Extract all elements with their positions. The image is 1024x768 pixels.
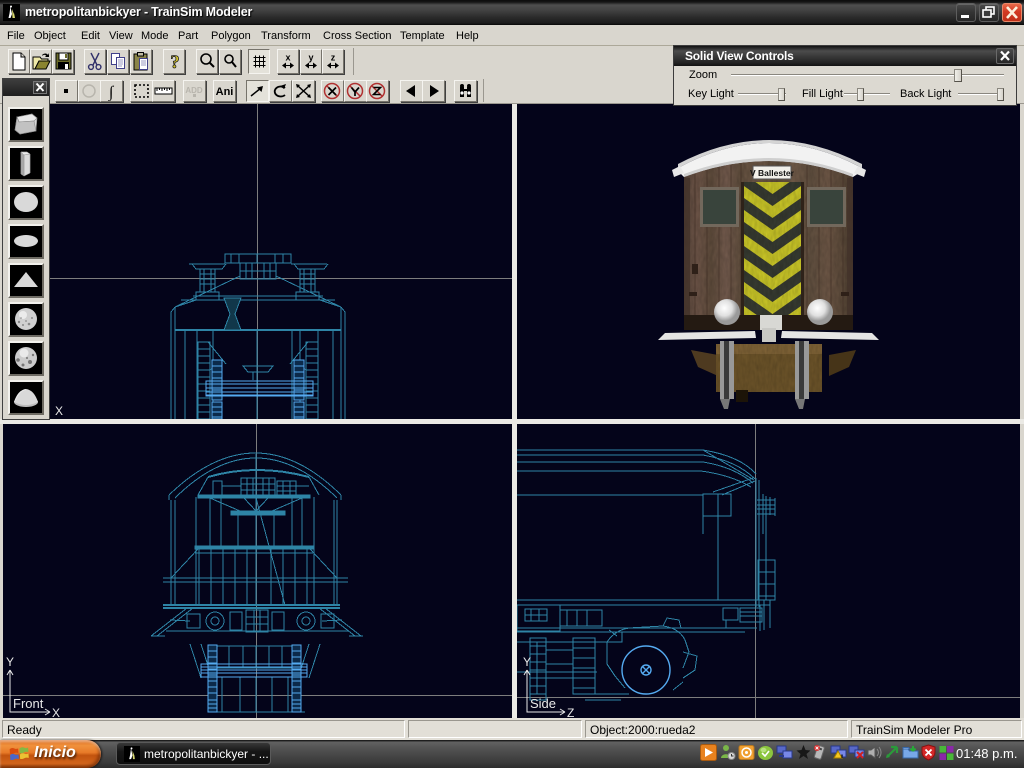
svg-text:y: y xyxy=(308,53,313,63)
svg-text:ADD: ADD xyxy=(185,86,203,95)
svg-text:Side: Side xyxy=(530,696,556,711)
svg-text:Ani: Ani xyxy=(216,86,234,98)
svg-text:V Ballester: V Ballester xyxy=(750,168,795,178)
svg-text:x: x xyxy=(285,53,290,63)
svg-text:Z: Z xyxy=(567,706,574,718)
svg-text:Y: Y xyxy=(523,655,531,669)
svg-text:X: X xyxy=(55,404,63,418)
svg-text:X: X xyxy=(52,706,60,718)
svg-text:Front: Front xyxy=(13,696,44,711)
svg-text:?: ? xyxy=(170,52,180,73)
svg-text:∫: ∫ xyxy=(108,84,115,101)
svg-text:Y: Y xyxy=(6,655,14,669)
svg-text:z: z xyxy=(331,53,336,63)
